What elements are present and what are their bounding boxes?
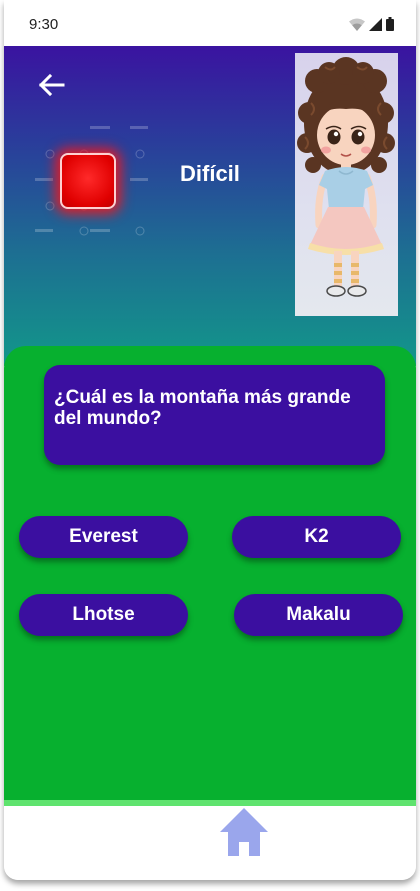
home-button[interactable]: [218, 806, 270, 860]
quiz-header: Difícil: [4, 46, 416, 366]
phone-screen: 9:30 Difícil ¿Cuál es la montaña más gra…: [4, 0, 416, 880]
difficulty-indicator: [60, 153, 116, 209]
cartoon-girl-avatar: [297, 57, 395, 297]
answer-button-1[interactable]: Everest: [19, 516, 188, 558]
back-button[interactable]: [34, 68, 68, 102]
status-time: 9:30: [29, 16, 59, 33]
wifi-icon: [349, 18, 365, 31]
signal-icon: [369, 18, 382, 31]
arrow-left-icon: [38, 73, 65, 97]
bottom-nav: [4, 806, 416, 880]
question-panel: ¿Cuál es la montaña más grande del mundo…: [4, 346, 416, 800]
status-bar: 9:30: [4, 0, 416, 46]
question-card: ¿Cuál es la montaña más grande del mundo…: [44, 365, 385, 465]
status-icons: [349, 17, 394, 31]
question-text: ¿Cuál es la montaña más grande del mundo…: [54, 387, 351, 429]
answer-button-2[interactable]: K2: [232, 516, 401, 558]
difficulty-label: Difícil: [180, 161, 240, 186]
battery-icon: [386, 17, 394, 31]
answer-button-3[interactable]: Lhotse: [19, 594, 188, 636]
home-icon: [220, 808, 268, 856]
character-avatar: [295, 53, 398, 316]
answer-button-4[interactable]: Makalu: [234, 594, 403, 636]
